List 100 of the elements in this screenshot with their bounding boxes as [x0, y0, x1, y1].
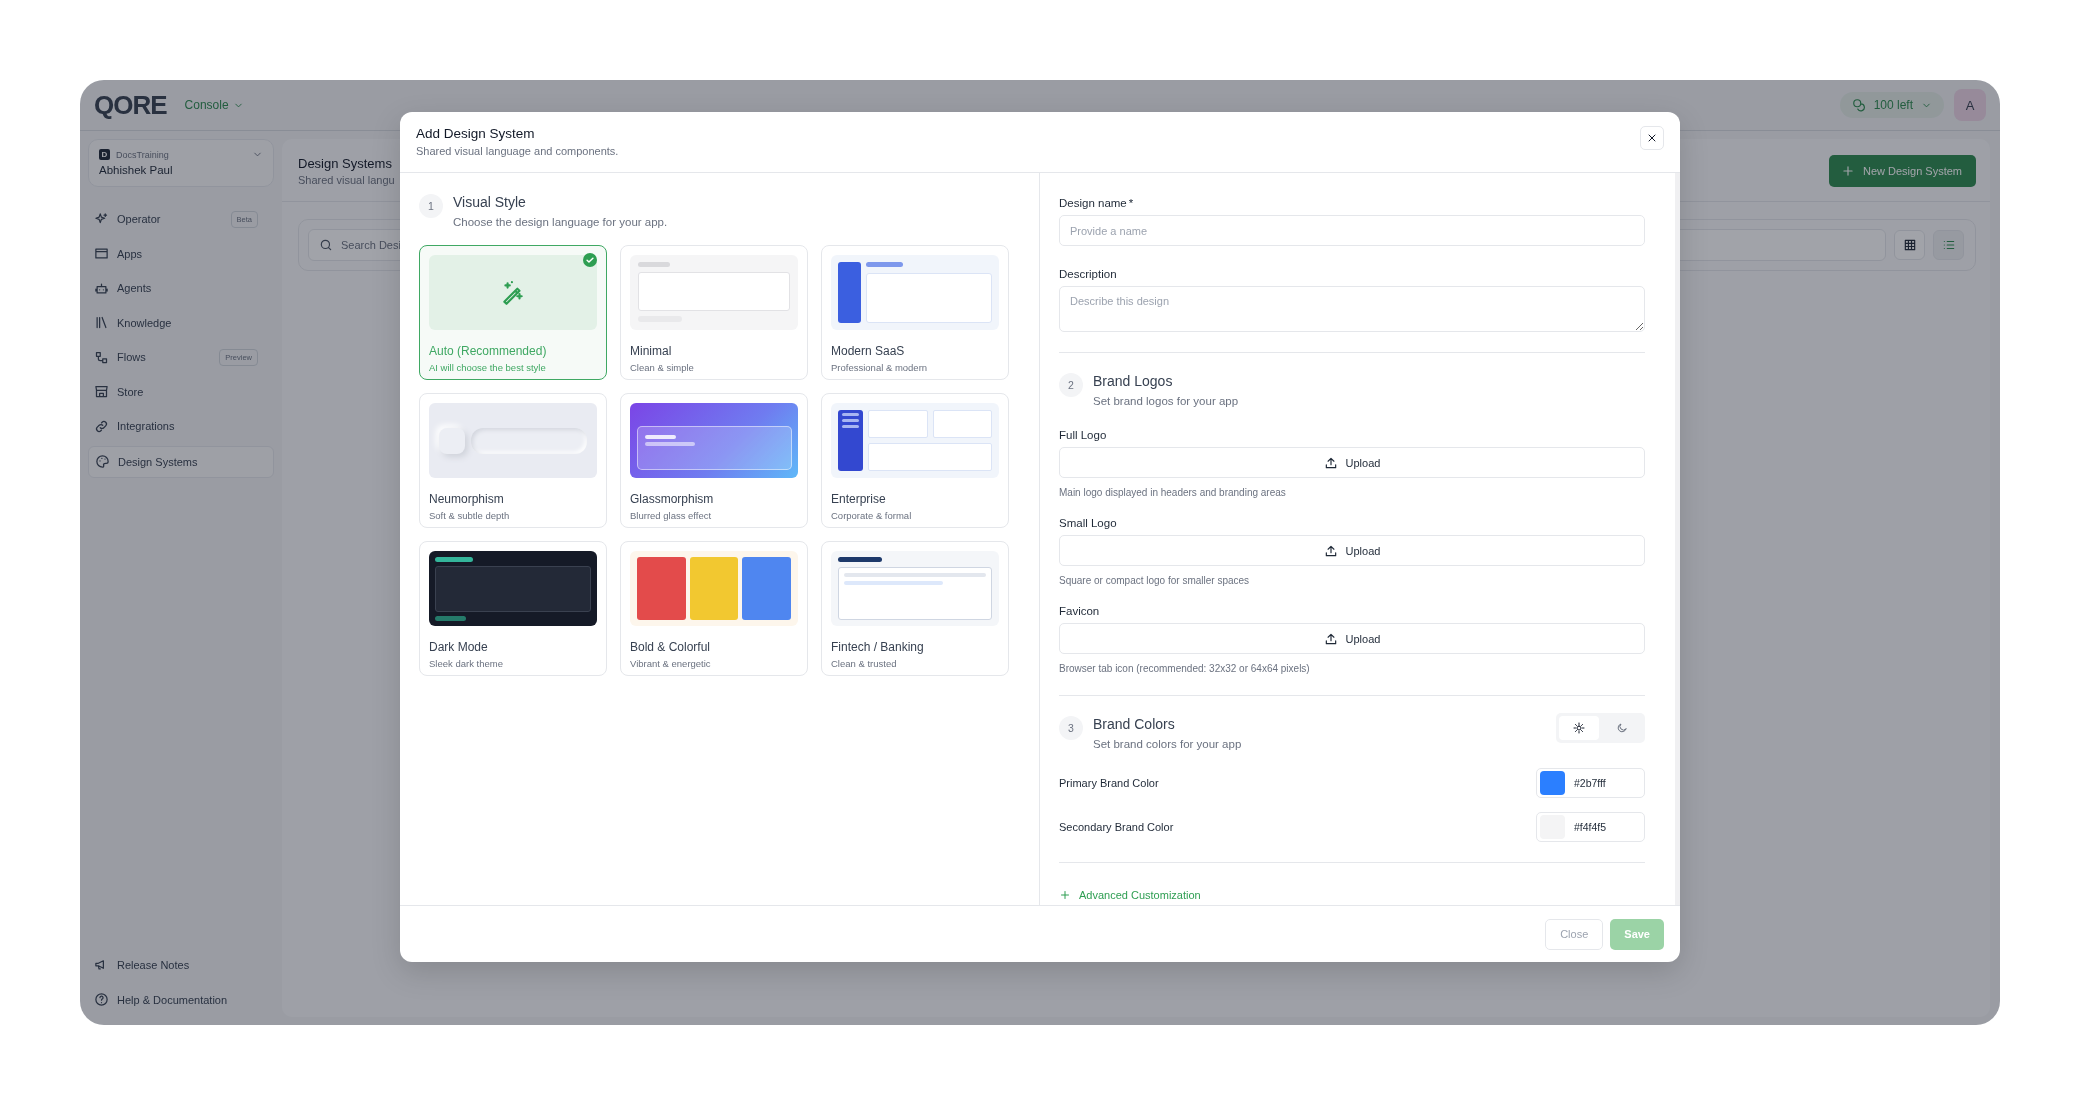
sidebar-item[interactable]: Integrations — [88, 411, 274, 442]
advanced-customization-link[interactable]: Advanced Customization — [1059, 889, 1201, 901]
check-icon — [583, 253, 597, 267]
style-description: Sleek dark theme — [429, 658, 504, 669]
section-title: Brand Logos — [1093, 373, 1174, 389]
color-value: #f4f4f5 — [1574, 821, 1607, 833]
coins-icon — [1851, 98, 1866, 112]
design-name-field[interactable]: Provide a name — [1059, 215, 1645, 246]
style-option-card[interactable]: Dark Mode Sleek dark theme — [419, 541, 607, 676]
style-title: Modern SaaS — [831, 344, 906, 358]
step-number: 1 — [419, 194, 443, 218]
style-title: Minimal — [630, 344, 673, 358]
style-description: Soft & subtle depth — [429, 510, 511, 521]
credits-dropdown[interactable]: 100 left — [1839, 92, 1944, 118]
style-option-card[interactable]: Neumorphism Soft & subtle depth — [419, 393, 607, 528]
grid-icon — [1902, 238, 1917, 252]
books-icon — [94, 315, 109, 331]
plus-icon — [1059, 889, 1071, 901]
sidebar-label: Flows — [117, 351, 147, 364]
link-icon — [94, 418, 109, 434]
close-icon — [1646, 132, 1658, 144]
list-view-button[interactable] — [1933, 230, 1964, 260]
style-description: Clean & simple — [630, 362, 695, 373]
upload-icon — [1323, 543, 1338, 558]
style-description: Professional & modern — [831, 362, 929, 373]
style-description: Corporate & formal — [831, 510, 913, 521]
upload-button[interactable]: Upload — [1059, 623, 1645, 654]
style-description: Clean & trusted — [831, 658, 898, 669]
user-name: Abhishek Paul — [99, 164, 174, 176]
step-number: 2 — [1059, 373, 1083, 397]
section-subtitle: Set brand colors for your app — [1093, 738, 1242, 750]
robot-icon — [94, 280, 109, 296]
new-design-system-button[interactable]: New Design System — [1828, 155, 1976, 187]
page-title: Design Systems — [298, 156, 393, 171]
workspace-name: DocsTraining — [116, 149, 170, 160]
sidebar-label: Operator — [117, 213, 162, 226]
color-value: #2b7fff — [1574, 777, 1606, 789]
sidebar-item[interactable]: Store — [88, 376, 274, 407]
style-option-card[interactable]: Auto (Recommended) AI will choose the best style — [419, 245, 607, 380]
section-title: Brand Colors — [1093, 716, 1176, 732]
console-dropdown[interactable]: Console — [184, 98, 244, 112]
sidebar-label: Integrations — [117, 420, 176, 433]
close-button[interactable] — [1640, 126, 1664, 150]
color-label: Secondary Brand Color — [1059, 821, 1174, 833]
window-icon — [94, 246, 109, 262]
sidebar-footer-link[interactable]: Help & Documentation — [88, 982, 274, 1017]
store-icon — [94, 384, 109, 400]
palette-icon — [95, 454, 110, 470]
search-icon — [319, 238, 333, 252]
sidebar-item[interactable]: Knowledge — [88, 307, 274, 338]
style-title: Enterprise — [831, 492, 887, 506]
color-field[interactable]: #2b7fff — [1536, 768, 1645, 798]
list-icon — [1941, 238, 1956, 252]
sidebar-footer-link[interactable]: Release Notes — [88, 947, 274, 982]
style-description: AI will choose the best style — [429, 362, 547, 373]
help-icon — [94, 992, 109, 1007]
field-label: Small Logo — [1059, 517, 1118, 529]
workspace-selector[interactable]: D DocsTraining Abhishek Paul — [88, 139, 274, 187]
style-title: Dark Mode — [429, 640, 489, 654]
style-title: Glassmorphism — [630, 492, 715, 506]
light-theme-button[interactable] — [1559, 716, 1599, 740]
sidebar-label: Store — [117, 385, 145, 398]
page-subtitle: Shared visual langu — [298, 174, 396, 186]
sidebar-label: Knowledge — [117, 316, 173, 329]
style-option-card[interactable]: Fintech / Banking Clean & trusted — [821, 541, 1009, 676]
grid-view-button[interactable] — [1894, 230, 1925, 260]
section-title: Visual Style — [453, 194, 527, 210]
description-field[interactable]: Describe this design — [1059, 286, 1645, 332]
workspace-badge: D — [99, 149, 110, 160]
sidebar-item[interactable]: Apps — [88, 238, 274, 269]
color-field[interactable]: #f4f4f5 — [1536, 812, 1645, 842]
sidebar-label: Agents — [117, 282, 153, 295]
upload-button[interactable]: Upload — [1059, 447, 1645, 478]
style-option-card[interactable]: Modern SaaS Professional & modern — [821, 245, 1009, 380]
user-avatar[interactable]: A — [1954, 89, 1986, 121]
field-hint: Square or compact logo for smaller spaces — [1059, 575, 1251, 586]
sidebar-item[interactable]: Agents — [88, 273, 274, 304]
style-title: Auto (Recommended) — [429, 344, 548, 358]
section-subtitle: Choose the design language for your app. — [453, 216, 668, 228]
color-label: Primary Brand Color — [1059, 777, 1159, 789]
field-hint: Browser tab icon (recommended: 32x32 or 64x64 pixels) — [1059, 663, 1311, 674]
sidebar-label: Design Systems — [118, 455, 199, 468]
upload-icon — [1323, 631, 1338, 646]
style-option-card[interactable]: Enterprise Corporate & formal — [821, 393, 1009, 528]
section-subtitle: Set brand logos for your app — [1093, 395, 1239, 407]
dialog-subtitle: Shared visual language and components. — [416, 145, 620, 157]
field-label: Description — [1059, 268, 1118, 280]
style-title: Fintech / Banking — [831, 640, 925, 654]
logo: QORE — [94, 89, 167, 121]
upload-button[interactable]: Upload — [1059, 535, 1645, 566]
sidebar-label: Release Notes — [117, 958, 191, 971]
sidebar-label: Apps — [117, 247, 144, 260]
moon-icon — [1616, 722, 1628, 734]
field-label: Design name * — [1059, 197, 1135, 209]
sidebar-label: Help & Documentation — [117, 993, 229, 1006]
style-option-card[interactable]: Glassmorphism Blurred glass effect — [620, 393, 808, 528]
sidebar-item[interactable]: Design Systems — [88, 445, 274, 478]
flow-icon — [94, 349, 109, 365]
style-option-card[interactable]: Minimal Clean & simple — [620, 245, 808, 380]
style-option-card[interactable]: Bold & Colorful Vibrant & energetic — [620, 541, 808, 676]
